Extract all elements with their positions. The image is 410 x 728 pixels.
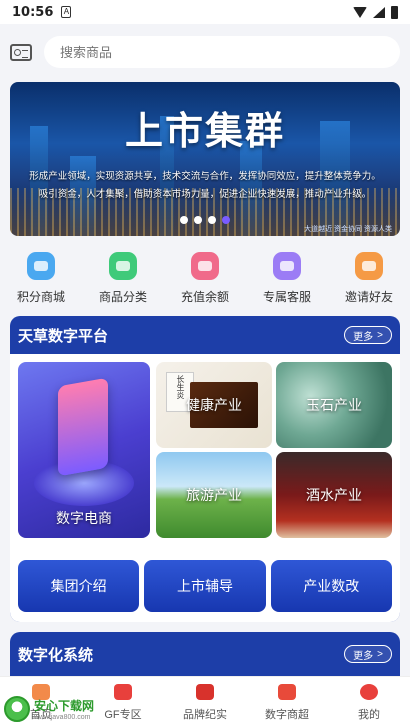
chat-service-icon bbox=[273, 252, 301, 280]
banner-corner-text: 大道越近 资金协同 资源人类 bbox=[304, 226, 392, 233]
industry-digital-reform-button[interactable]: 产业数改 bbox=[270, 560, 392, 612]
chevron-right-icon: > bbox=[377, 329, 383, 341]
digital-system-title: 数字化系统 bbox=[18, 646, 94, 664]
phone-illustration-icon bbox=[58, 377, 108, 477]
tab-label: 数字商超 bbox=[265, 708, 309, 721]
platform-button-row: 集团介绍 上市辅导 产业数改 bbox=[18, 560, 392, 612]
points-mall-icon bbox=[27, 252, 55, 280]
tile-tourism-industry[interactable]: 旅游产业 bbox=[156, 452, 272, 538]
platform-body: 数字电商 长生炎 健康产业 玉石产业 旅游产业 酒水产业 集团介绍 上市辅导 产… bbox=[10, 354, 400, 622]
quick-item-label: 商品分类 bbox=[98, 290, 147, 304]
carousel-dots bbox=[10, 216, 400, 224]
tile-label: 数字电商 bbox=[56, 510, 112, 526]
quick-item-label: 邀请好友 bbox=[344, 290, 393, 304]
watermark-url: www.java800.com bbox=[34, 714, 91, 721]
status-bar: 10:56 A bbox=[0, 0, 410, 24]
id-card-icon[interactable] bbox=[10, 43, 32, 61]
quick-item-label: 充值余额 bbox=[180, 290, 229, 304]
tile-label: 酒水产业 bbox=[306, 487, 362, 503]
quick-item-invite[interactable]: 邀请好友 bbox=[328, 252, 410, 312]
more-label: 更多 bbox=[353, 650, 374, 662]
tile-label: 健康产业 bbox=[186, 397, 242, 413]
quick-item-recharge[interactable]: 充值余额 bbox=[164, 252, 246, 312]
quick-item-label: 专属客服 bbox=[262, 290, 311, 304]
tab-label: 我的 bbox=[358, 708, 380, 721]
profile-icon bbox=[360, 683, 378, 700]
tab-profile[interactable]: 我的 bbox=[328, 677, 410, 728]
platform-header: 天草数字平台 更多 > bbox=[10, 316, 400, 354]
invite-icon bbox=[355, 252, 383, 280]
digital-system-more-button[interactable]: 更多 > bbox=[344, 645, 392, 663]
tab-digital-mall[interactable]: 数字商超 bbox=[246, 677, 328, 728]
watermark-title: 安心下载网 bbox=[34, 699, 95, 713]
tile-digital-ecommerce[interactable]: 数字电商 bbox=[18, 362, 150, 538]
more-label: 更多 bbox=[353, 331, 374, 343]
carousel-dot[interactable] bbox=[194, 216, 202, 224]
quick-item-service[interactable]: 专属客服 bbox=[246, 252, 328, 312]
search-row bbox=[0, 24, 410, 80]
banner-carousel[interactable]: 上市集群 形成产业领域，实现资源共享，技术交流与合作，发挥协同效应，提升整体竞争… bbox=[10, 82, 400, 236]
tile-label: 旅游产业 bbox=[186, 487, 242, 503]
gf-zone-icon bbox=[114, 683, 132, 700]
cart-category-icon bbox=[109, 252, 137, 280]
quick-item-label: 积分商城 bbox=[16, 290, 65, 304]
tab-label: 品牌纪实 bbox=[183, 708, 227, 721]
wifi-icon bbox=[353, 6, 367, 18]
banner-title: 上市集群 bbox=[124, 109, 285, 153]
digital-system-header: 数字化系统 更多 > bbox=[10, 632, 400, 676]
watermark: 安心下载网 www.java800.com bbox=[0, 690, 110, 728]
platform-more-button[interactable]: 更多 > bbox=[344, 326, 392, 344]
quick-item-category[interactable]: 商品分类 bbox=[82, 252, 164, 312]
brand-record-icon bbox=[196, 683, 214, 700]
platform-title: 天草数字平台 bbox=[18, 327, 109, 345]
banner-line-1: 形成产业领域，实现资源共享，技术交流与合作，发挥协同效应，提升整体竞争力。 bbox=[29, 171, 381, 182]
status-time: 10:56 bbox=[12, 4, 54, 20]
carousel-dot-active[interactable] bbox=[222, 216, 230, 224]
chevron-right-icon: > bbox=[377, 648, 383, 660]
cell-signal-icon bbox=[373, 6, 385, 18]
watermark-text: 安心下载网 www.java800.com bbox=[34, 697, 94, 721]
battery-icon bbox=[391, 5, 398, 19]
tile-jade-industry[interactable]: 玉石产业 bbox=[276, 362, 392, 448]
sim-card-icon: A bbox=[61, 6, 72, 18]
watermark-logo-icon bbox=[4, 696, 30, 722]
carousel-dot[interactable] bbox=[208, 216, 216, 224]
wallet-icon bbox=[191, 252, 219, 280]
tile-health-industry[interactable]: 长生炎 健康产业 bbox=[156, 362, 272, 448]
tab-brand-record[interactable]: 品牌纪实 bbox=[164, 677, 246, 728]
quick-item-points-mall[interactable]: 积分商城 bbox=[0, 252, 82, 312]
tile-wine-industry[interactable]: 酒水产业 bbox=[276, 452, 392, 538]
platform-section: 天草数字平台 更多 > 数字电商 长生炎 健康产业 玉石产业 旅游产业 酒水产业… bbox=[10, 316, 400, 622]
quick-menu: 积分商城 商品分类 充值余额 专属客服 邀请好友 bbox=[0, 252, 410, 312]
listing-guidance-button[interactable]: 上市辅导 bbox=[144, 560, 266, 612]
carousel-dot[interactable] bbox=[180, 216, 188, 224]
tile-label: 玉石产业 bbox=[306, 397, 362, 413]
digital-mall-icon bbox=[278, 683, 296, 700]
search-input[interactable] bbox=[44, 36, 400, 68]
group-intro-button[interactable]: 集团介绍 bbox=[18, 560, 140, 612]
banner-line-2: 吸引资金，人才集聚，借助资本市场力量，促进企业快速发展，推动产业升级。 bbox=[38, 189, 372, 200]
